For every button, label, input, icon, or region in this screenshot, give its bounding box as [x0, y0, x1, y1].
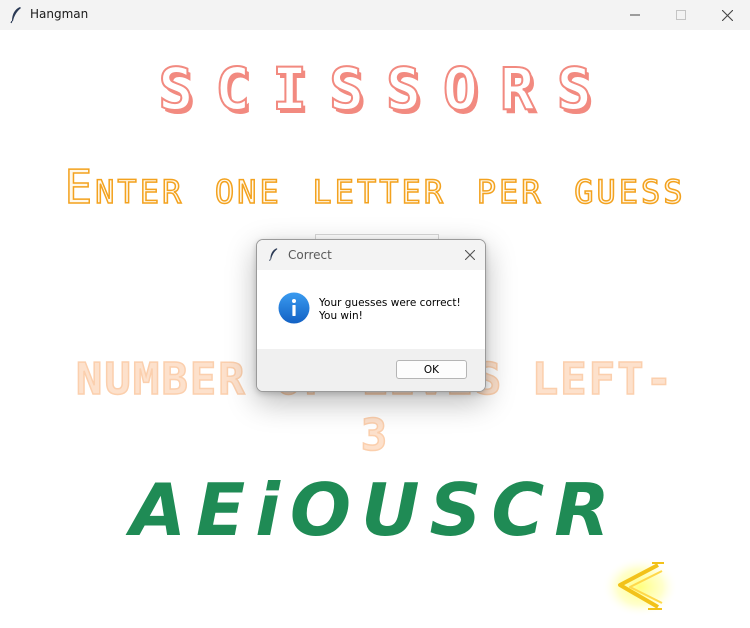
minimize-icon	[630, 14, 640, 16]
ok-button[interactable]: OK	[396, 360, 467, 379]
guessed-letters: AEiOUSCR	[130, 468, 620, 552]
window-title: Hangman	[30, 7, 89, 21]
main-window: Hangman SCISSORS Enter one letter per gu…	[0, 0, 750, 628]
correct-dialog: Correct Your guesses were correct! You w…	[256, 239, 486, 392]
dialog-title: Correct	[288, 248, 332, 262]
minimize-button[interactable]	[612, 0, 658, 30]
back-arrow-icon[interactable]	[600, 555, 680, 619]
dialog-message: Your guesses were correct! You win!	[319, 297, 461, 322]
close-icon	[465, 250, 475, 260]
close-icon	[721, 9, 733, 21]
close-button[interactable]	[704, 0, 750, 30]
dialog-footer: OK	[257, 349, 485, 391]
instruction-label: Enter one letter per guess	[64, 159, 686, 215]
title-bar: Hangman	[0, 0, 750, 30]
info-icon	[278, 292, 310, 324]
feather-icon	[269, 248, 278, 261]
secret-word: SCISSORS	[157, 54, 614, 124]
maximize-icon	[676, 10, 686, 20]
dialog-close-button[interactable]	[455, 240, 485, 270]
dialog-title-bar: Correct	[257, 240, 485, 270]
dialog-body: Your guesses were correct! You win!	[257, 270, 485, 349]
feather-icon	[10, 7, 21, 24]
maximize-button[interactable]	[658, 0, 704, 30]
